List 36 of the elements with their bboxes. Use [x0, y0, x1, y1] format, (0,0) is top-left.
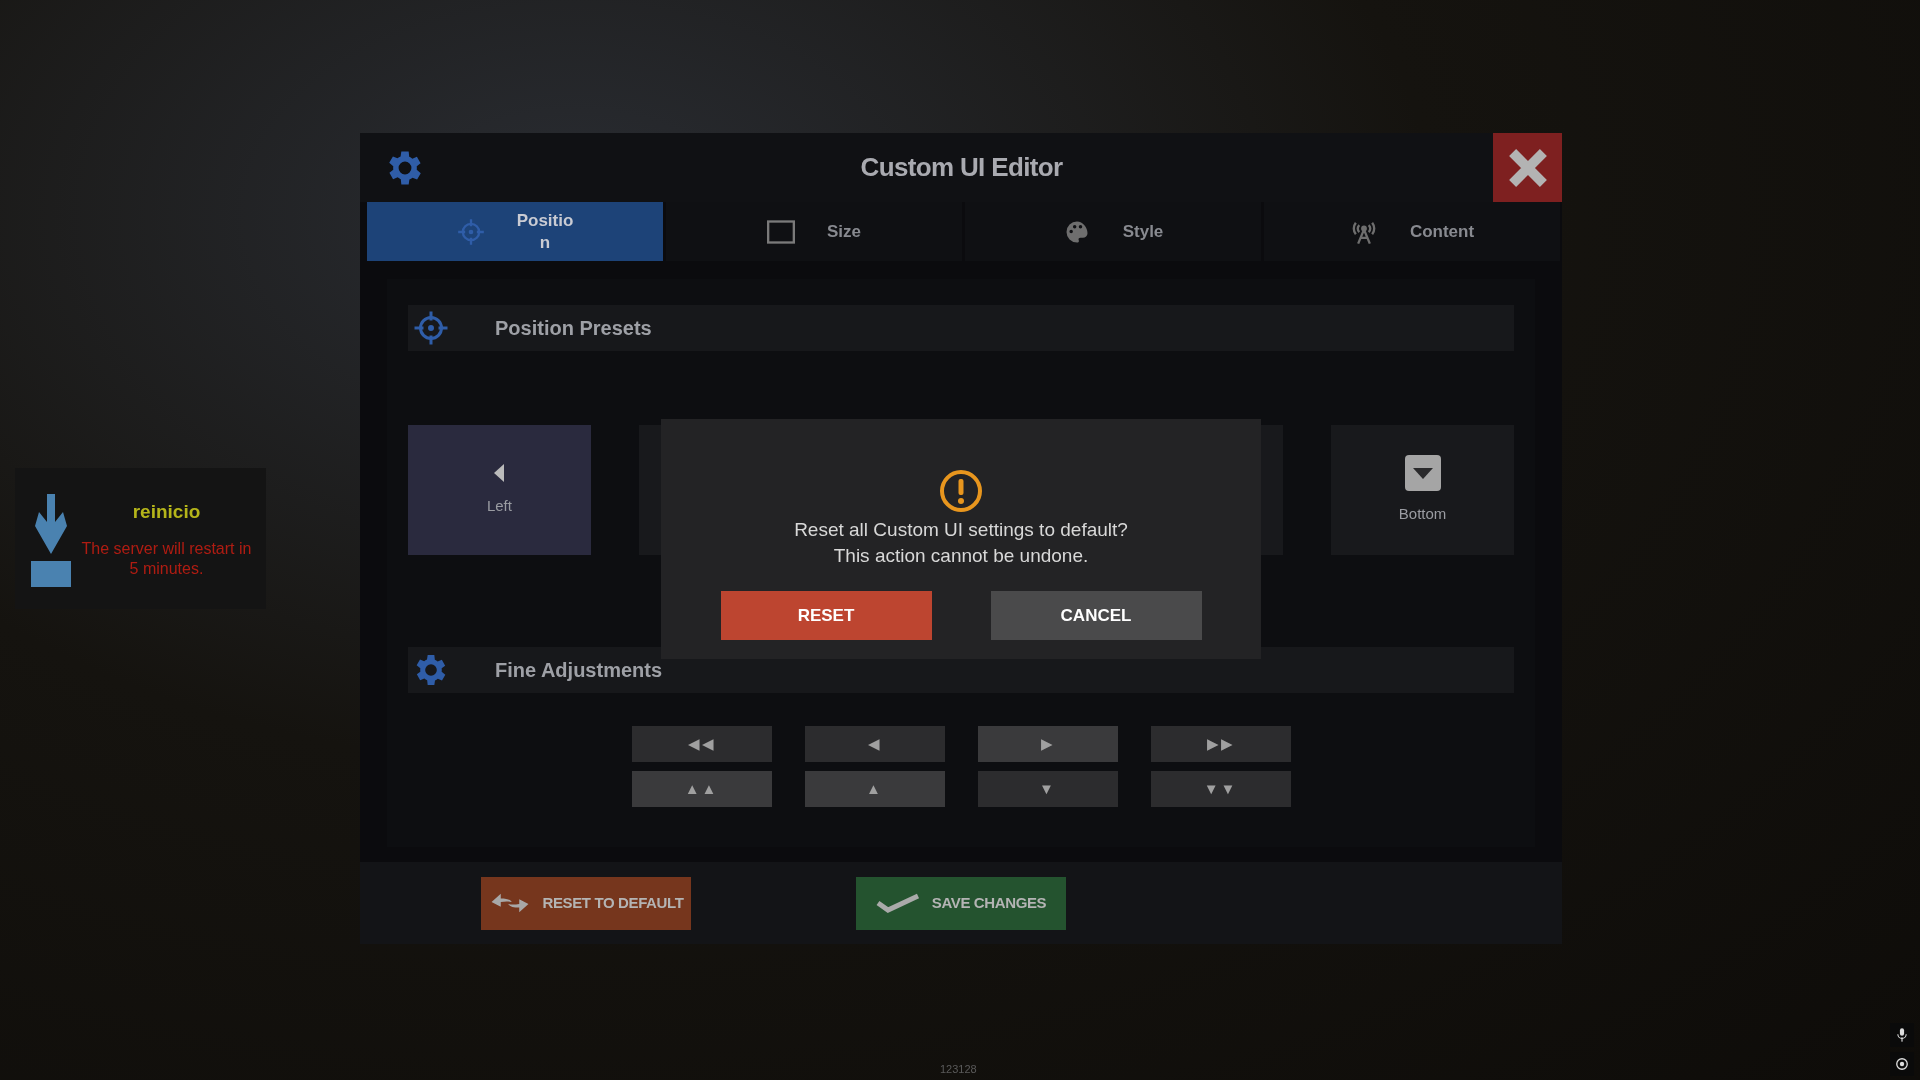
preset-tile[interactable]: Bottom [1331, 425, 1514, 555]
nudge-button[interactable]: ▲ [804, 771, 945, 807]
tab[interactable]: Content [1264, 202, 1560, 261]
target-icon [1895, 1057, 1909, 1071]
section-title: Fine Adjustments [495, 658, 663, 683]
tab[interactable]: Positio n [367, 202, 663, 261]
left-arrow-icon [493, 462, 506, 483]
reset-button[interactable]: RESET [720, 591, 932, 640]
nudge-button[interactable]: ◀ [804, 726, 945, 762]
build-number: 123128 [940, 1062, 977, 1077]
window-title: Custom UI Editor [859, 151, 1064, 184]
tab[interactable]: Size [666, 202, 962, 261]
reset-default-button[interactable]: RESET TO DEFAULT [481, 876, 691, 930]
dialog-message: Reset all Custom UI settings to default? This action cannot be undone. [794, 518, 1128, 568]
warning-icon [939, 469, 983, 513]
save-button[interactable]: SAVE CHANGES [856, 876, 1066, 930]
nudge-button[interactable]: ▼ [977, 771, 1118, 807]
notification-title: reinicio [132, 500, 201, 525]
notification-message: The server will restart in 5 minutes. [80, 538, 253, 579]
tab[interactable]: Style [965, 202, 1261, 261]
nudge-button[interactable]: ▶▶ [1150, 726, 1291, 762]
nudge-button[interactable]: ▶ [977, 726, 1118, 762]
crosshair-icon [412, 310, 449, 346]
checkmark-icon [875, 893, 920, 913]
nudge-button[interactable]: ▼▼ [1150, 771, 1291, 807]
preset-tile[interactable]: Left [408, 425, 591, 555]
crosshair-icon [456, 217, 485, 246]
microphone-icon [1897, 1028, 1907, 1042]
square-icon [767, 219, 795, 244]
mic-button[interactable] [1890, 1023, 1914, 1047]
nudge-button[interactable]: ▲▲ [631, 771, 772, 807]
nudge-button[interactable]: ◀◀ [631, 726, 772, 762]
section-title: Position Presets [495, 316, 652, 341]
cancel-button[interactable]: CANCEL [990, 591, 1202, 640]
target-button[interactable] [1890, 1052, 1914, 1076]
close-button[interactable] [1493, 133, 1562, 202]
